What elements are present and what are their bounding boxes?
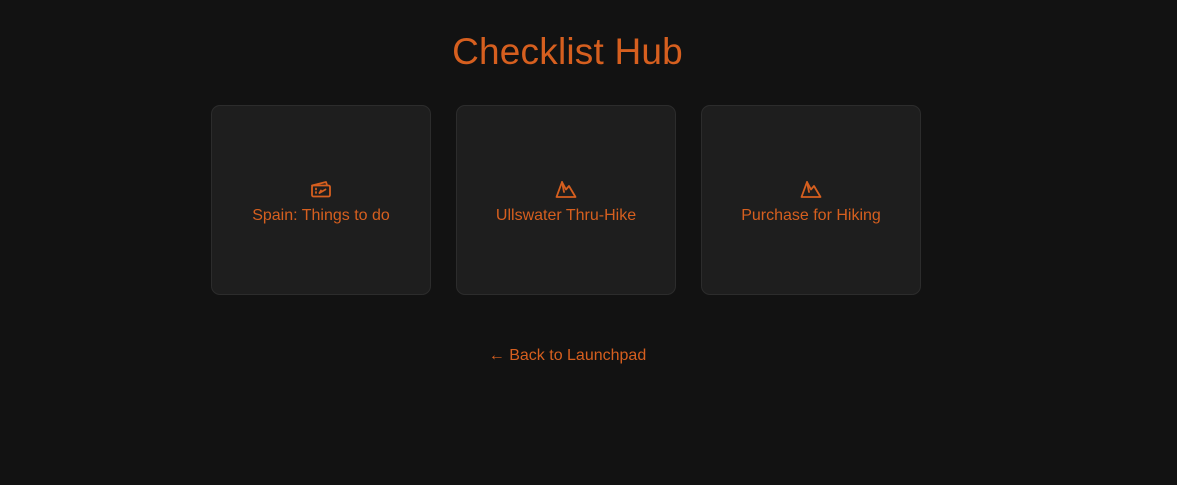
checklist-grid: Spain: Things to do Ullswater Thru-Hike … [211,105,921,295]
back-to-launchpad-link[interactable]: ← Back to Launchpad [0,346,1135,366]
page-title: Checklist Hub [452,31,683,72]
mountain-icon [554,177,578,201]
checklist-card-ullswater[interactable]: Ullswater Thru-Hike [456,105,676,295]
checklist-card-label: Ullswater Thru-Hike [495,207,637,224]
mountain-icon [799,177,823,201]
checklist-card-label: Spain: Things to do [252,207,390,224]
checklist-card-label: Purchase for Hiking [741,207,881,224]
checklist-card-spain[interactable]: Spain: Things to do [211,105,431,295]
ticket-icon [309,177,333,201]
checklist-card-purchase-hiking[interactable]: Purchase for Hiking [701,105,921,295]
